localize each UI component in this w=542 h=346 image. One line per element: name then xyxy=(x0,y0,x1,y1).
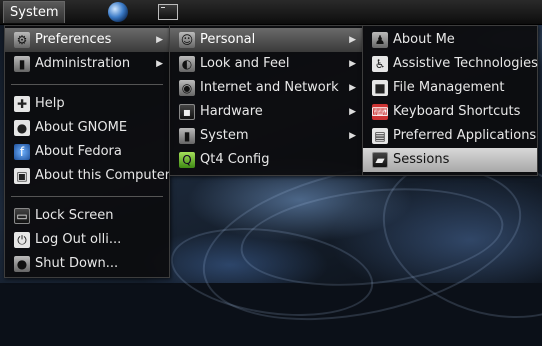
personal-icon: ☺ xyxy=(179,32,195,48)
menu-item-about-this-computer[interactable]: ▣ About this Computer xyxy=(5,164,171,188)
menu-item-label: About this Computer xyxy=(35,168,171,183)
menu-item-label: Assistive Technologies xyxy=(393,56,538,71)
menu-item-personal[interactable]: ☺ Personal ▶ xyxy=(170,28,362,52)
menu-separator xyxy=(11,84,163,85)
submenu-arrow-icon: ▶ xyxy=(349,59,356,69)
submenu-arrow-icon: ▶ xyxy=(349,107,356,117)
preferred-applications-icon: ▤ xyxy=(372,128,388,144)
network-icon: ◉ xyxy=(179,80,195,96)
personal-submenu: ♟ About Me ♿ Assistive Technologies ■ Fi… xyxy=(362,25,538,176)
menu-item-label: Look and Feel xyxy=(200,56,290,71)
web-browser-launcher-icon[interactable] xyxy=(108,2,128,22)
menu-item-file-management[interactable]: ■ File Management xyxy=(363,76,537,100)
gnome-foot-icon: ● xyxy=(14,120,30,136)
menu-item-label: Personal xyxy=(200,32,256,47)
file-management-icon: ■ xyxy=(372,80,388,96)
menu-item-lock-screen[interactable]: ▭ Lock Screen xyxy=(5,204,169,228)
menu-item-sessions[interactable]: ▰ Sessions xyxy=(363,148,537,172)
submenu-arrow-icon: ▶ xyxy=(349,83,356,93)
menu-item-assistive-technologies[interactable]: ♿ Assistive Technologies xyxy=(363,52,538,76)
menu-item-label: About GNOME xyxy=(35,120,128,135)
menu-item-about-gnome[interactable]: ● About GNOME xyxy=(5,116,169,140)
system-menu-button[interactable]: System xyxy=(3,1,66,23)
terminal-launcher-icon[interactable] xyxy=(158,4,178,20)
menu-separator xyxy=(11,196,163,197)
menu-item-system[interactable]: ▮ System ▶ xyxy=(170,124,362,148)
menu-item-hardware[interactable]: ▪ Hardware ▶ xyxy=(170,100,362,124)
menu-item-label: Shut Down... xyxy=(35,256,119,271)
menu-item-label: About Fedora xyxy=(35,144,122,159)
menu-item-label: Preferences xyxy=(35,32,112,47)
menu-item-label: Sessions xyxy=(393,152,450,167)
menu-item-label: Qt4 Config xyxy=(200,152,270,167)
system-menu: ⚙ Preferences ▶ ▮ Administration ▶ ✚ Hel… xyxy=(4,25,170,278)
menu-item-internet-and-network[interactable]: ◉ Internet and Network ▶ xyxy=(170,76,362,100)
submenu-arrow-icon: ▶ xyxy=(156,59,163,69)
system-icon: ▮ xyxy=(179,128,195,144)
menu-item-administration[interactable]: ▮ Administration ▶ xyxy=(5,52,169,76)
menu-item-log-out[interactable]: ⏻ Log Out olli... xyxy=(5,228,169,252)
menu-item-label: Preferred Applications xyxy=(393,128,537,143)
preferences-submenu: ☺ Personal ▶ ◐ Look and Feel ▶ ◉ Interne… xyxy=(169,25,363,176)
menu-item-label: Hardware xyxy=(200,104,263,119)
preferences-icon: ⚙ xyxy=(14,32,30,48)
log-out-icon: ⏻ xyxy=(14,232,30,248)
menu-item-label: File Management xyxy=(393,80,505,95)
submenu-arrow-icon: ▶ xyxy=(349,131,356,141)
lock-screen-icon: ▭ xyxy=(14,208,30,224)
menu-item-help[interactable]: ✚ Help xyxy=(5,92,169,116)
menu-item-label: About Me xyxy=(393,32,455,47)
menu-item-label: Administration xyxy=(35,56,131,71)
help-icon: ✚ xyxy=(14,96,30,112)
menu-item-preferred-applications[interactable]: ▤ Preferred Applications xyxy=(363,124,537,148)
top-panel: System xyxy=(0,0,542,25)
menu-item-about-me[interactable]: ♟ About Me xyxy=(363,28,537,52)
hardware-icon: ▪ xyxy=(179,104,195,120)
menu-item-look-and-feel[interactable]: ◐ Look and Feel ▶ xyxy=(170,52,362,76)
menu-item-label: Lock Screen xyxy=(35,208,114,223)
accessibility-icon: ♿ xyxy=(372,56,388,72)
look-and-feel-icon: ◐ xyxy=(179,56,195,72)
menu-item-label: System xyxy=(200,128,249,143)
shut-down-icon: ● xyxy=(14,256,30,272)
menu-item-preferences[interactable]: ⚙ Preferences ▶ xyxy=(5,28,169,52)
keyboard-shortcuts-icon: ⌨ xyxy=(371,104,389,120)
fedora-icon: f xyxy=(14,144,30,160)
menu-item-qt4-config[interactable]: Q Qt4 Config xyxy=(170,148,362,172)
about-me-icon: ♟ xyxy=(372,32,388,48)
menu-item-label: Internet and Network xyxy=(200,80,339,95)
menu-item-label: Keyboard Shortcuts xyxy=(393,104,521,119)
menu-item-keyboard-shortcuts[interactable]: ⌨ Keyboard Shortcuts xyxy=(363,100,537,124)
qt4-icon: Q xyxy=(179,152,195,168)
sessions-icon: ▰ xyxy=(372,152,388,168)
menu-item-about-fedora[interactable]: f About Fedora xyxy=(5,140,169,164)
submenu-arrow-icon: ▶ xyxy=(349,35,356,45)
menu-item-shut-down[interactable]: ● Shut Down... xyxy=(5,252,169,276)
administration-icon: ▮ xyxy=(14,56,30,72)
submenu-arrow-icon: ▶ xyxy=(156,35,163,45)
menu-item-label: Log Out olli... xyxy=(35,232,122,247)
menu-item-label: Help xyxy=(35,96,65,111)
computer-icon: ▣ xyxy=(14,168,30,184)
